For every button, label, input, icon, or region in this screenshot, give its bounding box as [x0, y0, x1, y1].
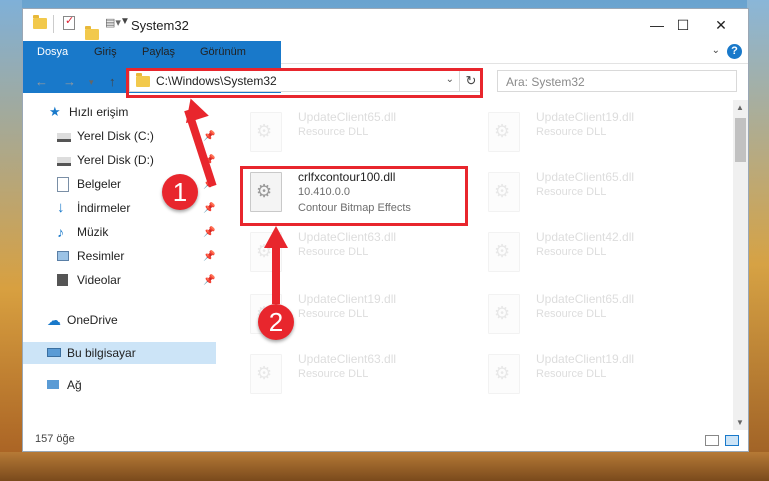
navigation-pane: ★ Hızlı erişim Yerel Disk (C:) Yerel Dis… [23, 100, 216, 430]
search-placeholder: Ara: System32 [506, 75, 585, 89]
tab-home[interactable]: Giriş [83, 41, 128, 63]
dll-file-icon [250, 354, 282, 394]
music-icon: ♪ [57, 224, 64, 240]
title-bar: ✓ ▤▾ ▼ System32 — ☐ ✕ [23, 9, 748, 41]
dll-file-icon [488, 232, 520, 272]
sidebar-item-drive-d[interactable]: Yerel Disk (D:) [57, 149, 217, 171]
drive-icon [57, 133, 71, 142]
list-item[interactable]: UpdateClient19.dll Resource DLL [476, 350, 706, 402]
pictures-icon [57, 251, 69, 261]
pin-icon[interactable]: 📌 [203, 131, 215, 142]
star-icon: ★ [49, 104, 61, 119]
scrollbar-thumb[interactable] [735, 118, 746, 162]
window-title: System32 [131, 18, 189, 33]
sidebar-item-pictures[interactable]: Resimler [57, 245, 217, 267]
large-icons-view-icon[interactable] [725, 435, 739, 446]
status-bar: 157 öğe [23, 430, 748, 451]
file-highlight-box [240, 166, 468, 226]
pin-icon[interactable]: 📌 [203, 203, 215, 214]
recent-locations-icon[interactable]: ▾ [89, 77, 94, 88]
sidebar-item-videos[interactable]: Videolar [57, 269, 217, 291]
details-view-icon[interactable] [705, 435, 719, 446]
arrow-2-head [264, 226, 288, 248]
item-count: 157 öğe [35, 433, 75, 445]
help-icon[interactable]: ? [727, 44, 742, 59]
folder-icon [33, 15, 47, 29]
videos-icon [57, 274, 68, 286]
forward-icon[interactable]: → [63, 74, 76, 89]
search-input[interactable]: Ara: System32 [497, 70, 737, 92]
pin-icon[interactable]: 📌 [203, 227, 215, 238]
step-badge-1: 1 [162, 174, 198, 210]
dll-file-icon [488, 354, 520, 394]
drive-icon [57, 157, 71, 166]
close-button[interactable]: ✕ [707, 15, 735, 35]
step-badge-2: 2 [258, 304, 294, 340]
downloads-icon: ↓ [57, 199, 65, 216]
tab-view[interactable]: Görünüm [189, 41, 257, 63]
vertical-scrollbar[interactable]: ▲ ▼ [733, 100, 748, 430]
dll-file-icon [488, 172, 520, 212]
cloud-icon: ☁ [47, 312, 61, 328]
file-list: UpdateClient65.dll Resource DLL crlfxcon… [228, 100, 733, 430]
list-item[interactable]: UpdateClient65.dll Resource DLL [476, 168, 706, 220]
list-item[interactable]: UpdateClient63.dll Resource DLL [238, 350, 468, 402]
list-item[interactable]: UpdateClient65.dll Resource DLL [238, 108, 468, 160]
divider [53, 15, 54, 33]
up-icon[interactable]: ↑ [109, 74, 116, 89]
expand-ribbon-icon[interactable]: ⌄ [712, 45, 720, 56]
dll-file-icon [250, 112, 282, 152]
scroll-down-icon[interactable]: ▼ [736, 418, 744, 427]
customize-toolbar-icon[interactable]: ▤▾ [105, 16, 121, 29]
list-item[interactable]: UpdateClient65.dll Resource DLL [476, 290, 706, 342]
minimize-button[interactable]: — [643, 15, 671, 35]
desktop-background-right [747, 0, 769, 481]
maximize-button[interactable]: ☐ [669, 15, 697, 35]
dll-file-icon [488, 112, 520, 152]
properties-icon[interactable]: ✓ [63, 15, 75, 30]
chevron-down-icon[interactable]: ▼ [120, 16, 130, 27]
scroll-up-icon[interactable]: ▲ [736, 103, 744, 112]
network-icon [47, 380, 59, 389]
new-folder-icon[interactable] [85, 26, 99, 40]
documents-icon [57, 177, 69, 192]
address-highlight-box [126, 68, 483, 98]
arrow-2-shaft [272, 246, 280, 304]
tab-share[interactable]: Paylaş [131, 41, 186, 63]
list-item[interactable]: UpdateClient42.dll Resource DLL [476, 228, 706, 280]
sidebar-item-music[interactable]: ♪ Müzik [57, 221, 217, 243]
back-icon[interactable]: ← [35, 74, 48, 89]
sidebar-item-this-pc[interactable]: Bu bilgisayar [23, 342, 216, 364]
desktop-background-left [0, 0, 22, 481]
dll-file-icon [488, 294, 520, 334]
list-item[interactable]: UpdateClient19.dll Resource DLL [476, 108, 706, 160]
desktop-background-bottom [0, 452, 769, 481]
ribbon-tabs: Dosya Giriş Paylaş Görünüm ⌄ ? [23, 41, 748, 93]
pin-icon[interactable]: 📌 [203, 251, 215, 262]
pin-icon[interactable]: 📌 [203, 275, 215, 286]
computer-icon [47, 348, 61, 357]
